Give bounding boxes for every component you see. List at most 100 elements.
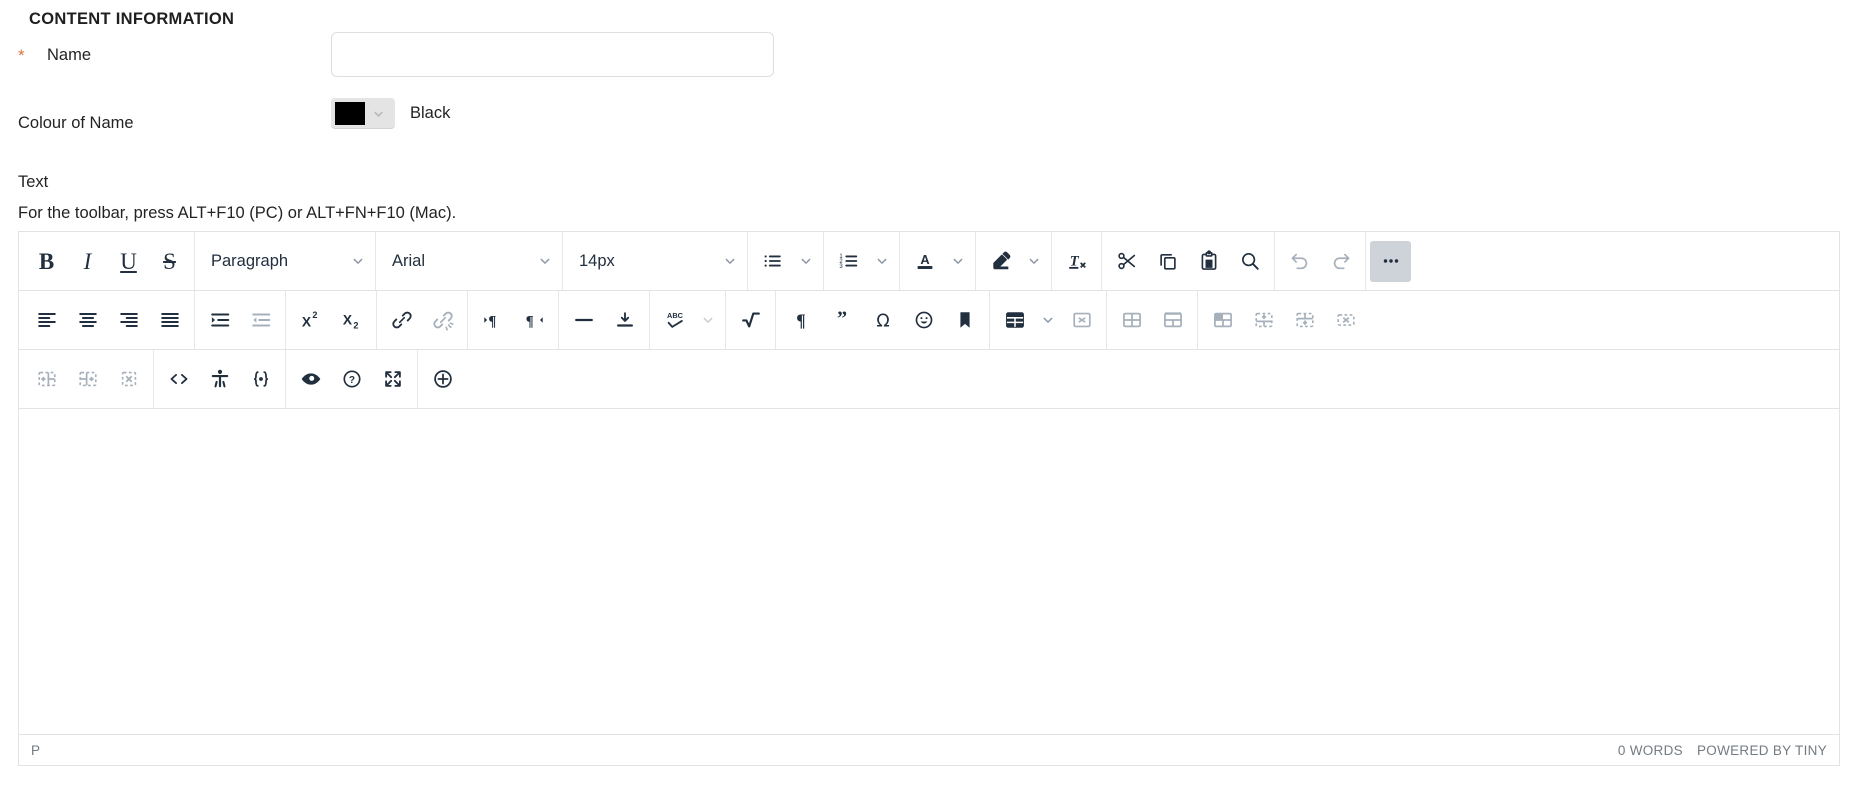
word-count[interactable]: 0 WORDS xyxy=(1618,743,1683,758)
bullet-list-button[interactable] xyxy=(752,241,793,282)
undo-icon xyxy=(1289,250,1311,272)
source-code-icon xyxy=(168,368,190,390)
row-insert-above-icon xyxy=(1253,309,1275,331)
insert-table-button-chevron-down-icon[interactable] xyxy=(1035,300,1061,341)
show-blocks-button[interactable]: ¶ xyxy=(780,300,821,341)
align-right-button[interactable] xyxy=(108,300,149,341)
text-colour-button[interactable]: A xyxy=(904,241,945,282)
colour-swatch xyxy=(335,102,365,125)
font-size-select[interactable]: 14px xyxy=(567,241,743,282)
outdent-button xyxy=(240,300,281,341)
table-row-properties-button xyxy=(1202,300,1243,341)
insert-link-button[interactable] xyxy=(381,300,422,341)
help-button[interactable]: ? xyxy=(331,359,372,400)
cut-button[interactable] xyxy=(1106,241,1147,282)
anchor-button[interactable] xyxy=(944,300,985,341)
align-center-button[interactable] xyxy=(67,300,108,341)
align-justify-button[interactable] xyxy=(149,300,190,341)
italic-button[interactable]: I xyxy=(67,241,108,282)
highlight-colour-button-split[interactable] xyxy=(980,241,1047,282)
special-character-button[interactable]: Ω xyxy=(862,300,903,341)
toolbar-group: X2X2 xyxy=(286,291,377,349)
unlink-button xyxy=(422,300,463,341)
omega-icon: Ω xyxy=(872,309,894,331)
spellcheck-button[interactable]: ABC xyxy=(654,300,695,341)
accessibility-check-button[interactable] xyxy=(199,359,240,400)
remove-format-button[interactable]: T xyxy=(1056,241,1097,282)
indent-button[interactable] xyxy=(199,300,240,341)
preview-button[interactable] xyxy=(290,359,331,400)
align-left-button[interactable] xyxy=(26,300,67,341)
chevron-down-icon xyxy=(351,254,365,268)
strikethrough-button[interactable]: S xyxy=(149,241,190,282)
editor-status-bar: P 0 WORDS POWERED BY TINY xyxy=(19,734,1839,765)
element-path[interactable]: P xyxy=(31,743,40,758)
colour-picker[interactable] xyxy=(331,98,395,129)
toolbar-group xyxy=(418,350,467,408)
chevron-down-icon[interactable] xyxy=(365,101,391,127)
ltr-button[interactable]: ¶ xyxy=(472,300,513,341)
toolbar-row-2: X 2 X 2 ¶ ¶ ABC ¶” Ω xyxy=(19,291,1839,350)
square-root-icon xyxy=(740,309,762,331)
toolbar-group xyxy=(22,350,154,408)
colour-value-label: Black xyxy=(410,104,451,122)
undo-button xyxy=(1279,241,1320,282)
insert-table-button-split[interactable] xyxy=(994,300,1061,341)
text-colour-button-chevron-down-icon[interactable] xyxy=(945,241,971,282)
blockquote-button[interactable]: ” xyxy=(821,300,862,341)
bookmark-icon xyxy=(954,309,976,331)
toolbar-group: T xyxy=(1052,232,1102,290)
search-replace-button[interactable] xyxy=(1229,241,1270,282)
rtl-button[interactable]: ¶ xyxy=(513,300,554,341)
svg-text:Ω: Ω xyxy=(876,311,889,331)
toolbar-group: 123 xyxy=(824,232,900,290)
fullscreen-button[interactable] xyxy=(372,359,413,400)
numbered-list-button[interactable]: 123 xyxy=(828,241,869,282)
more-toolbar-button[interactable] xyxy=(1370,240,1411,282)
bold-button[interactable]: B xyxy=(26,241,67,282)
paste-button[interactable] xyxy=(1188,241,1229,282)
toolbar-group: B I US xyxy=(22,232,195,290)
branding-link[interactable]: POWERED BY TINY xyxy=(1697,743,1827,758)
underline-button[interactable]: U xyxy=(108,241,149,282)
insert-media-button[interactable] xyxy=(422,359,463,400)
math-equation-button[interactable] xyxy=(730,300,771,341)
text-colour-button-split[interactable]: A xyxy=(904,241,971,282)
toolbar-group xyxy=(748,232,824,290)
superscript-button[interactable]: X2 xyxy=(290,300,331,341)
source-code-button[interactable] xyxy=(158,359,199,400)
insert-table-button[interactable] xyxy=(994,300,1035,341)
emoticon-button[interactable] xyxy=(903,300,944,341)
svg-text:ABC: ABC xyxy=(667,311,684,320)
bullet-list-button-chevron-down-icon[interactable] xyxy=(793,241,819,282)
spellcheck-button-split[interactable]: ABC xyxy=(654,300,721,341)
text-colour-icon: A xyxy=(914,250,936,272)
table-icon xyxy=(1004,309,1026,331)
block-format-select[interactable]: Paragraph xyxy=(199,241,371,282)
numbered-list-button-split[interactable]: 123 xyxy=(828,241,895,282)
insert-row-above-button xyxy=(1243,300,1284,341)
code-sample-button[interactable] xyxy=(240,359,281,400)
page-break-icon xyxy=(614,309,636,331)
column-insert-after-icon xyxy=(77,368,99,390)
name-input[interactable] xyxy=(331,32,774,77)
numbered-list-button-chevron-down-icon[interactable] xyxy=(869,241,895,282)
colour-field-row: Colour of Name Black xyxy=(0,98,1858,154)
page-break-button[interactable] xyxy=(604,300,645,341)
editor-content-area[interactable] xyxy=(19,409,1839,734)
font-family-select[interactable]: Arial xyxy=(380,241,558,282)
horizontal-rule-button[interactable] xyxy=(563,300,604,341)
ellipsis-icon xyxy=(1380,250,1402,272)
toolbar-group: ? xyxy=(286,350,418,408)
scissors-icon xyxy=(1116,250,1138,272)
editor-toolbars: B I U S Paragraph Arial 14px 1 2 3 A T X 2 X 2 ¶ ¶ ABC ¶” Ω? xyxy=(19,232,1839,409)
highlight-colour-button-chevron-down-icon[interactable] xyxy=(1021,241,1047,282)
highlight-colour-button[interactable] xyxy=(980,241,1021,282)
toolbar-group: ABC xyxy=(650,291,726,349)
svg-text:?: ? xyxy=(348,375,354,386)
bullet-list-button-split[interactable] xyxy=(752,241,819,282)
table-cell-properties-button xyxy=(1111,300,1152,341)
copy-button[interactable] xyxy=(1147,241,1188,282)
cell-properties-icon xyxy=(1121,309,1143,331)
subscript-button[interactable]: X2 xyxy=(331,300,372,341)
